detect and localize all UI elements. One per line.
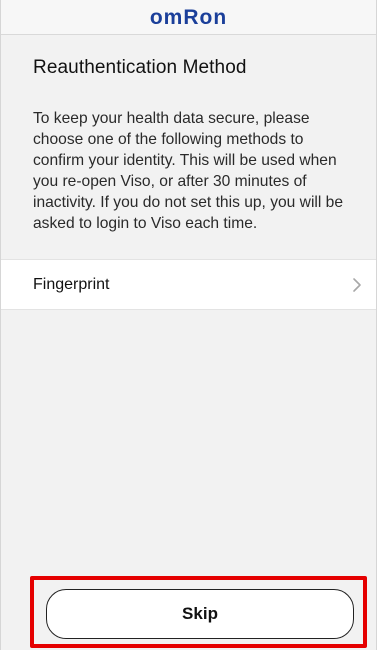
reauthentication-screen: omRon Reauthentication Method To keep yo… — [0, 0, 377, 650]
omron-logo: omRon — [149, 5, 228, 29]
top-bar: omRon — [1, 0, 376, 35]
skip-button[interactable]: Skip — [46, 589, 354, 639]
page-title: Reauthentication Method — [33, 57, 247, 78]
option-label: Fingerprint — [33, 275, 110, 293]
fingerprint-option[interactable]: Fingerprint — [1, 259, 376, 310]
description-text: To keep your health data secure, please … — [33, 110, 344, 232]
chevron-right-icon — [353, 277, 361, 292]
